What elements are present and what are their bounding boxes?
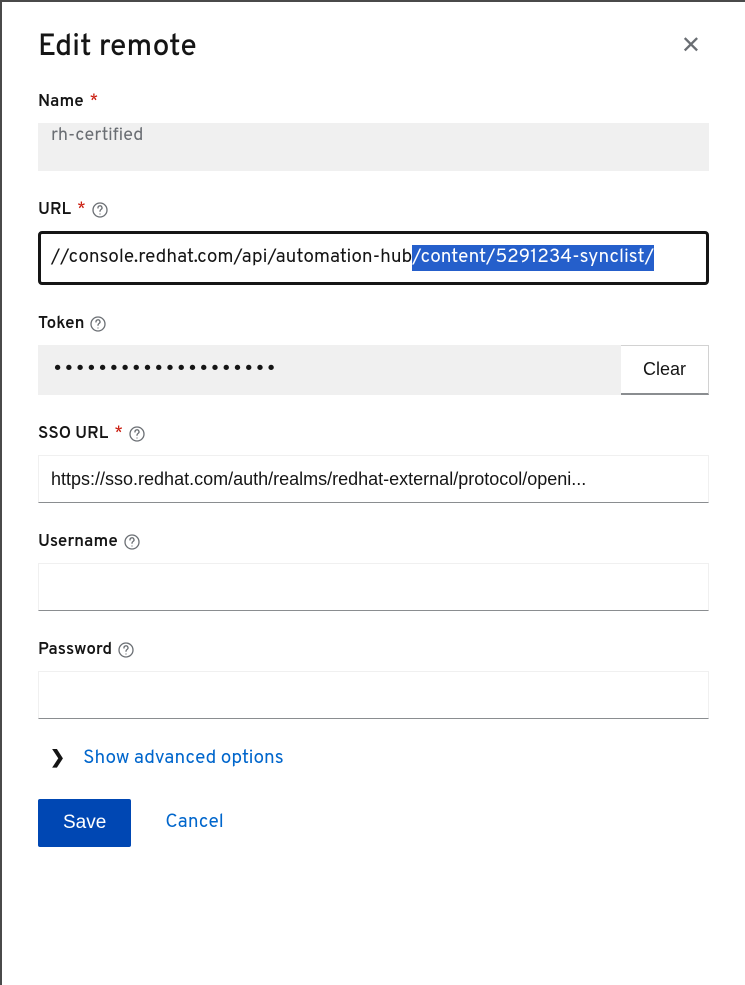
url-input-selection: /content/5291234-synclist/ bbox=[412, 245, 654, 271]
advanced-toggle-label: Show advanced options bbox=[83, 747, 284, 771]
help-icon[interactable] bbox=[124, 534, 140, 550]
username-input[interactable] bbox=[38, 563, 709, 611]
help-icon[interactable] bbox=[118, 642, 134, 658]
edit-remote-modal: Edit remote ✕ Name * rh-certified URL * … bbox=[2, 2, 745, 875]
url-label-text: URL bbox=[38, 199, 71, 221]
name-input-value: rh-certified bbox=[51, 124, 143, 147]
help-icon[interactable] bbox=[92, 202, 108, 218]
name-input[interactable]: rh-certified bbox=[38, 123, 709, 171]
url-field-group: URL * //console.redhat.com/api/automatio… bbox=[38, 199, 709, 285]
sso-url-field-group: SSO URL * bbox=[38, 423, 709, 503]
help-icon[interactable] bbox=[90, 316, 106, 332]
modal-header: Edit remote ✕ bbox=[38, 30, 709, 67]
password-field-group: Password bbox=[38, 639, 709, 719]
save-button[interactable]: Save bbox=[38, 799, 131, 847]
password-label-text: Password bbox=[38, 639, 112, 661]
required-indicator-icon: * bbox=[90, 92, 99, 112]
url-input[interactable]: //console.redhat.com/api/automation-hub/… bbox=[38, 231, 709, 285]
name-label-text: Name bbox=[38, 91, 84, 113]
name-field-group: Name * rh-certified bbox=[38, 91, 709, 171]
url-label: URL * bbox=[38, 199, 709, 221]
url-input-prefix: //console.redhat.com/api/automation-hub bbox=[51, 246, 412, 270]
token-field-group: Token •••••••••••••••••••• Clear bbox=[38, 313, 709, 395]
username-label: Username bbox=[38, 531, 709, 553]
token-label: Token bbox=[38, 313, 709, 335]
chevron-right-icon: ❯ bbox=[50, 750, 65, 768]
password-input[interactable] bbox=[38, 671, 709, 719]
token-masked-value: •••••••••••••••••••• bbox=[53, 357, 278, 384]
clear-token-button[interactable]: Clear bbox=[621, 345, 709, 395]
name-label: Name * bbox=[38, 91, 709, 113]
password-label: Password bbox=[38, 639, 709, 661]
token-row: •••••••••••••••••••• Clear bbox=[38, 345, 709, 395]
modal-footer: Save Cancel bbox=[38, 799, 709, 847]
advanced-toggle-row[interactable]: ❯ Show advanced options bbox=[50, 747, 709, 771]
required-indicator-icon: * bbox=[114, 424, 123, 444]
token-input[interactable]: •••••••••••••••••••• bbox=[38, 345, 621, 395]
username-label-text: Username bbox=[38, 531, 118, 553]
close-button[interactable]: ✕ bbox=[673, 30, 709, 62]
close-icon: ✕ bbox=[681, 32, 701, 59]
sso-url-label: SSO URL * bbox=[38, 423, 709, 445]
sso-url-input[interactable] bbox=[38, 455, 709, 503]
sso-url-label-text: SSO URL bbox=[38, 423, 108, 445]
token-label-text: Token bbox=[38, 313, 84, 335]
required-indicator-icon: * bbox=[77, 200, 86, 220]
cancel-button[interactable]: Cancel bbox=[165, 811, 223, 835]
modal-title: Edit remote bbox=[38, 30, 197, 67]
username-field-group: Username bbox=[38, 531, 709, 611]
help-icon[interactable] bbox=[129, 426, 145, 442]
